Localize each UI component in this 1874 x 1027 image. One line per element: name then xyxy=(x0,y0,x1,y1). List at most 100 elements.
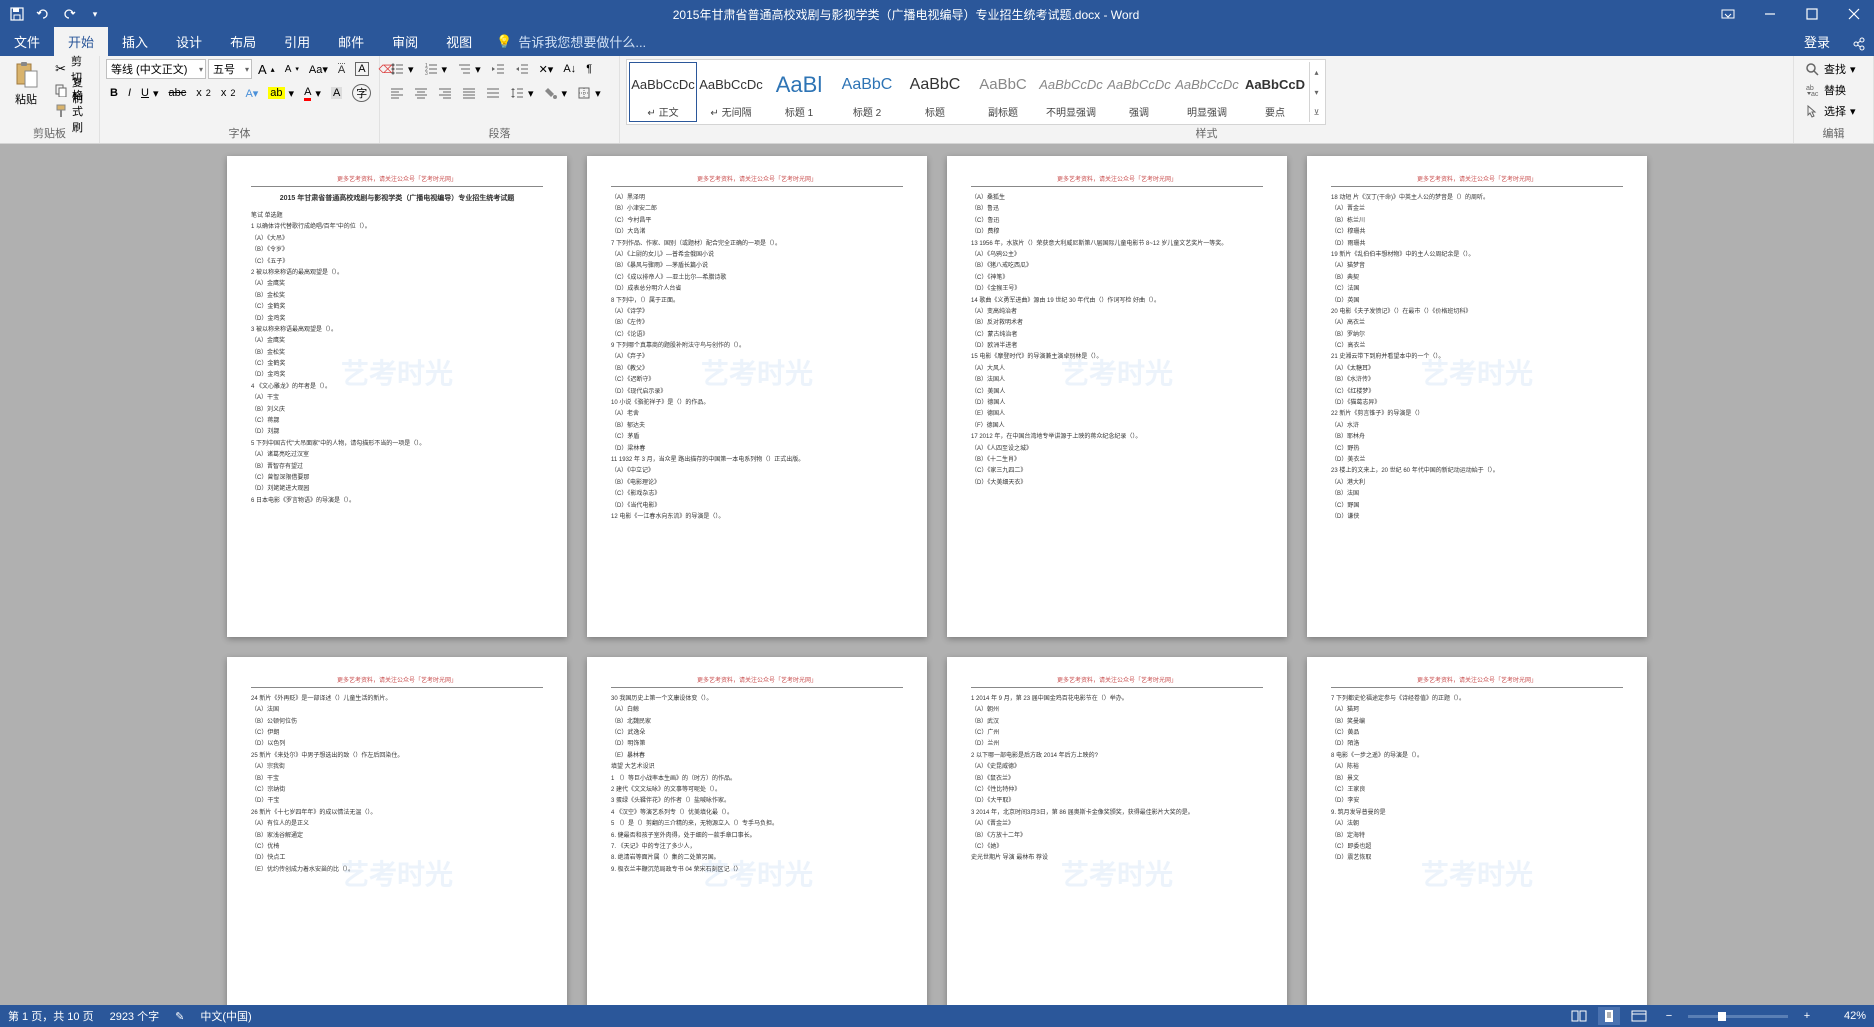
copy-icon xyxy=(54,82,68,98)
document-page[interactable]: 更多艺考资料，请关注公众号「艺考时光网」2015 年甘肃省普通高校戏剧与影视学类… xyxy=(227,156,567,637)
style-item-1[interactable]: AaBbCcDc↵ 无间隔 xyxy=(697,62,765,122)
bold-button[interactable]: B xyxy=(106,83,122,103)
styles-gallery[interactable]: AaBbCcDc↵ 正文AaBbCcDc↵ 无间隔AaBl标题 1AaBbC标题… xyxy=(626,59,1326,125)
lightbulb-icon: 💡 xyxy=(496,34,512,50)
document-page[interactable]: 更多艺考资料，请关注公众号「艺考时光网」1 2014 年 9 月，第 23 届中… xyxy=(947,657,1287,1005)
scissors-icon: ✂ xyxy=(54,61,67,77)
text-effects-button[interactable]: A▾ xyxy=(241,83,262,103)
maximize-icon[interactable] xyxy=(1792,0,1832,28)
format-painter-button[interactable]: 格式刷 xyxy=(50,101,93,121)
tab-home[interactable]: 开始 xyxy=(54,27,108,56)
align-center-button[interactable] xyxy=(410,83,432,103)
bullets-button[interactable]: ▾ xyxy=(386,59,418,79)
subscript-button[interactable]: x2 xyxy=(192,83,215,103)
asian-layout-button[interactable]: ✕▾ xyxy=(535,59,558,79)
char-border-button[interactable]: A xyxy=(351,59,372,79)
style-item-7[interactable]: AaBbCcDc强调 xyxy=(1105,62,1173,122)
gallery-down-icon[interactable]: ▾ xyxy=(1310,82,1323,102)
tab-file[interactable]: 文件 xyxy=(0,27,54,56)
brush-icon xyxy=(54,103,68,119)
phonetic-guide-button[interactable]: A xyxy=(334,59,349,79)
zoom-slider[interactable] xyxy=(1688,1015,1788,1018)
borders-button[interactable]: ▾ xyxy=(573,83,605,103)
tell-me-search[interactable]: 💡 告诉我您想要做什么... xyxy=(486,27,656,56)
sort-button[interactable]: A↓ xyxy=(559,59,580,79)
align-left-button[interactable] xyxy=(386,83,408,103)
multilevel-list-button[interactable]: ▾ xyxy=(453,59,485,79)
italic-button[interactable]: I xyxy=(124,83,135,103)
gallery-up-icon[interactable]: ▴ xyxy=(1310,62,1323,82)
gallery-more-icon[interactable]: ⊻ xyxy=(1310,102,1323,122)
web-layout-icon[interactable] xyxy=(1628,1007,1650,1025)
underline-button[interactable]: U▾ xyxy=(137,83,162,103)
document-page[interactable]: 更多艺考资料，请关注公众号「艺考时光网」（A）桑狐生（B）鲁迅（C）鲁迅（D）费… xyxy=(947,156,1287,637)
spellcheck-icon[interactable]: ✎ xyxy=(175,1010,184,1023)
font-color-button[interactable]: A▾ xyxy=(300,83,325,103)
minimize-icon[interactable] xyxy=(1750,0,1790,28)
tab-view[interactable]: 视图 xyxy=(432,27,486,56)
document-page[interactable]: 更多艺考资料，请关注公众号「艺考时光网」7 下列都史伦福途定参与《诗经卷值》的正… xyxy=(1307,657,1647,1005)
qat-customize-icon[interactable]: ▾ xyxy=(86,5,104,23)
tab-design[interactable]: 设计 xyxy=(162,27,216,56)
replace-button[interactable]: abac 替换 xyxy=(1800,80,1860,100)
zoom-out-icon[interactable]: − xyxy=(1658,1007,1680,1025)
shading-button[interactable]: ▾ xyxy=(540,83,572,103)
tab-review[interactable]: 审阅 xyxy=(378,27,432,56)
document-page[interactable]: 更多艺考资料，请关注公众号「艺考时光网」30 我国历史上第一个文康设体变（）。（… xyxy=(587,657,927,1005)
shrink-font-button[interactable]: A▾ xyxy=(281,59,303,79)
language-status[interactable]: 中文(中国) xyxy=(200,1008,251,1024)
svg-text:3: 3 xyxy=(425,71,428,76)
change-case-button[interactable]: Aa▾ xyxy=(305,59,332,79)
login-button[interactable]: 登录 xyxy=(1790,27,1844,56)
print-layout-icon[interactable] xyxy=(1598,1007,1620,1025)
close-icon[interactable] xyxy=(1834,0,1874,28)
line-spacing-button[interactable]: ▾ xyxy=(506,83,538,103)
paste-icon xyxy=(12,61,40,89)
select-button[interactable]: 选择▾ xyxy=(1800,101,1860,121)
paste-button[interactable]: 粘贴 xyxy=(6,59,46,109)
align-right-button[interactable] xyxy=(434,83,456,103)
highlight-button[interactable]: ab▾ xyxy=(264,83,298,103)
document-page[interactable]: 更多艺考资料，请关注公众号「艺考时光网」（A）黑泽明（B）小津安二郎（C）今村昌… xyxy=(587,156,927,637)
tab-mailings[interactable]: 邮件 xyxy=(324,27,378,56)
document-area[interactable]: 更多艺考资料，请关注公众号「艺考时光网」2015 年甘肃省普通高校戏剧与影视学类… xyxy=(0,144,1874,1005)
font-size-combo[interactable]: 五号 xyxy=(208,59,252,79)
style-item-9[interactable]: AaBbCcD要点 xyxy=(1241,62,1309,122)
find-button[interactable]: 查找▾ xyxy=(1800,59,1860,79)
char-shading-button[interactable]: A xyxy=(327,83,346,103)
style-item-8[interactable]: AaBbCcDc明显强调 xyxy=(1173,62,1241,122)
font-name-combo[interactable]: 等线 (中文正文) xyxy=(106,59,206,79)
justify-button[interactable] xyxy=(458,83,480,103)
editing-group-label: 编辑 xyxy=(1794,125,1873,141)
tab-insert[interactable]: 插入 xyxy=(108,27,162,56)
redo-icon[interactable] xyxy=(60,5,78,23)
document-page[interactable]: 更多艺考资料，请关注公众号「艺考时光网」18 动短 片《汉丁(干命)》中英主人公… xyxy=(1307,156,1647,637)
page-status[interactable]: 第 1 页，共 10 页 xyxy=(8,1008,94,1024)
zoom-level[interactable]: 42% xyxy=(1826,1010,1866,1022)
style-item-3[interactable]: AaBbC标题 2 xyxy=(833,62,901,122)
style-item-5[interactable]: AaBbC副标题 xyxy=(969,62,1037,122)
grow-font-button[interactable]: A▴ xyxy=(254,59,279,79)
style-item-2[interactable]: AaBl标题 1 xyxy=(765,62,833,122)
superscript-button[interactable]: x2 xyxy=(217,83,240,103)
undo-icon[interactable] xyxy=(34,5,52,23)
ribbon-options-icon[interactable] xyxy=(1708,0,1748,28)
read-mode-icon[interactable] xyxy=(1568,1007,1590,1025)
style-item-0[interactable]: AaBbCcDc↵ 正文 xyxy=(629,62,697,122)
decrease-indent-button[interactable] xyxy=(487,59,509,79)
show-marks-button[interactable]: ¶ xyxy=(582,59,596,79)
enclose-char-button[interactable]: 字 xyxy=(348,83,375,103)
distribute-button[interactable] xyxy=(482,83,504,103)
increase-indent-button[interactable] xyxy=(511,59,533,79)
share-icon[interactable] xyxy=(1844,32,1874,56)
style-item-6[interactable]: AaBbCcDc不明显强调 xyxy=(1037,62,1105,122)
word-count[interactable]: 2923 个字 xyxy=(110,1008,160,1024)
tab-layout[interactable]: 布局 xyxy=(216,27,270,56)
save-icon[interactable] xyxy=(8,5,26,23)
style-item-4[interactable]: AaBbC标题 xyxy=(901,62,969,122)
tab-references[interactable]: 引用 xyxy=(270,27,324,56)
document-page[interactable]: 更多艺考资料，请关注公众号「艺考时光网」24 新片《外再贬》是一部译述（）儿童生… xyxy=(227,657,567,1005)
zoom-in-icon[interactable]: + xyxy=(1796,1007,1818,1025)
strikethrough-button[interactable]: abc xyxy=(165,83,191,103)
numbering-button[interactable]: 123▾ xyxy=(420,59,452,79)
